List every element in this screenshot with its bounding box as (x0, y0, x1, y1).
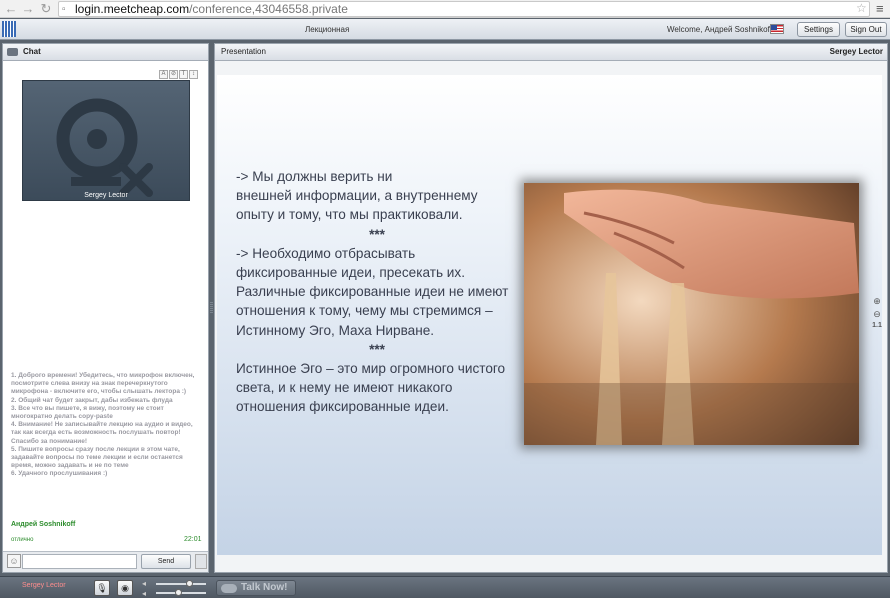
chat-panel: Chat A ⊘ T ↕ Sergey Lector 1. Доброго време… (2, 43, 209, 573)
welcome-text: Welcome, Андрей Soshnikoff (667, 25, 772, 34)
zoom-controls: ⊕ ⊖ 1.1 (870, 296, 884, 335)
talk-now-label: Talk Now! (241, 582, 288, 593)
chat-bubble-icon (7, 48, 18, 56)
font-color-icon[interactable]: A (159, 70, 168, 79)
bookmark-star-icon[interactable]: ☆ (856, 1, 867, 15)
chat-timestamp: 22:01 (184, 536, 202, 543)
chat-toolbar: A ⊘ T ↕ (159, 66, 199, 79)
mic-level-icon: ◂ (142, 589, 147, 598)
video-participant-name: Sergey Lector (84, 192, 128, 199)
forward-arrow-icon[interactable]: → (20, 1, 36, 17)
current-user-name: Sergey Lector (22, 582, 66, 589)
app-top-bar: Лекционная Welcome, Андрей Soshnikoff Se… (0, 19, 890, 40)
slide-separator: *** (369, 341, 385, 357)
zoom-in-icon[interactable]: ⊕ (870, 296, 884, 309)
talk-bubble-icon (221, 584, 237, 593)
volume-slider-knob[interactable] (186, 580, 193, 587)
slide-text: -> Мы должны верить ни внешней информаци… (236, 167, 518, 417)
slide-separator: *** (369, 226, 385, 242)
presentation-header: Presentation Sergey Lector (215, 44, 887, 61)
url-host: login.meetcheap.com (75, 2, 190, 16)
bottom-toolbar: Sergey Lector 🎙 ◉ ◂ ◂ Talk Now! (0, 576, 890, 598)
chat-last-message: отлично (11, 537, 34, 543)
app-logo-icon (2, 21, 16, 37)
text-size-icon[interactable]: T (179, 70, 188, 79)
webcam-video: Sergey Lector (22, 80, 190, 201)
room-title: Лекционная (305, 25, 350, 34)
reload-icon[interactable]: ↻ (38, 1, 54, 17)
presentation-panel: Presentation Sergey Lector -> Мы должны … (214, 43, 888, 573)
speaker-icon: ◂ (142, 579, 147, 588)
no-camera-icon (56, 98, 153, 197)
zoom-out-icon[interactable]: ⊖ (870, 309, 884, 322)
panel-splitter-handle[interactable] (210, 302, 213, 314)
presentation-title: Presentation (221, 47, 266, 56)
chat-scroll-button[interactable] (195, 554, 207, 569)
chat-message-list: 1. Доброго времени! Убедитесь, что микро… (11, 372, 199, 479)
slide-line: Различные фиксированные идеи не имеют от… (236, 284, 509, 338)
chat-message: 5. Пишите вопросы сразу после лекции в э… (11, 445, 183, 470)
slide-sand-image (524, 183, 859, 445)
chat-header: Chat (3, 44, 208, 61)
page-icon: ▫ (62, 4, 66, 15)
chat-title: Chat (23, 47, 41, 56)
sign-out-button[interactable]: Sign Out (845, 22, 887, 37)
browser-menu-icon[interactable]: ≡ (876, 1, 884, 17)
us-flag-icon[interactable] (770, 24, 784, 34)
presentation-slide: -> Мы должны верить ни внешней информаци… (217, 75, 882, 555)
chat-message: 4. Внимание! Не записывайте лекцию на ау… (11, 421, 193, 445)
back-arrow-icon[interactable]: ← (3, 1, 19, 17)
chat-message: 2. Общий чат будет закрыт, дабы избежать… (11, 396, 173, 404)
browser-toolbar: ← → ↻ ▫ login.meetcheap.com/conference,4… (0, 0, 890, 18)
webcam-icon[interactable]: ◉ (117, 580, 133, 596)
volume-slider[interactable] (156, 583, 206, 585)
slide-line: Истинное Эго – это мир огромного чистого… (236, 361, 506, 415)
slide-line: внешней информации, а внутреннему опыту … (236, 188, 478, 223)
clear-icon[interactable]: ⊘ (169, 70, 178, 79)
emoticon-icon[interactable]: ☺ (7, 554, 21, 568)
sort-icon[interactable]: ↕ (189, 70, 198, 79)
chat-sender-name: Андрей Soshnikoff (11, 521, 76, 528)
zoom-level: 1.1 (872, 322, 882, 329)
microphone-icon[interactable]: 🎙 (94, 580, 110, 596)
mic-slider-knob[interactable] (175, 589, 182, 596)
slide-line: -> Мы должны верить ни (236, 169, 393, 184)
presenter-name: Sergey Lector (829, 47, 883, 56)
address-bar[interactable]: ▫ login.meetcheap.com/conference,4304655… (58, 1, 870, 17)
settings-button[interactable]: Settings (797, 22, 840, 37)
chat-message: 1. Доброго времени! Убедитесь, что микро… (11, 372, 195, 396)
talk-now-button[interactable]: Talk Now! (216, 580, 296, 596)
slide-line: -> Необходимо отбрасывать фиксированные … (236, 245, 465, 281)
chat-input-row: ☺ Send (3, 551, 208, 572)
chat-message: 3. Все что вы пишете, я вижу, поэтому не… (11, 404, 164, 421)
hand-with-sand-image (524, 183, 859, 445)
chat-message-input[interactable] (22, 554, 137, 569)
chat-message: 6. Удачного прослушивания :) (11, 470, 108, 478)
send-button[interactable]: Send (141, 554, 191, 569)
url-path: /conference,43046558.private (189, 2, 348, 16)
